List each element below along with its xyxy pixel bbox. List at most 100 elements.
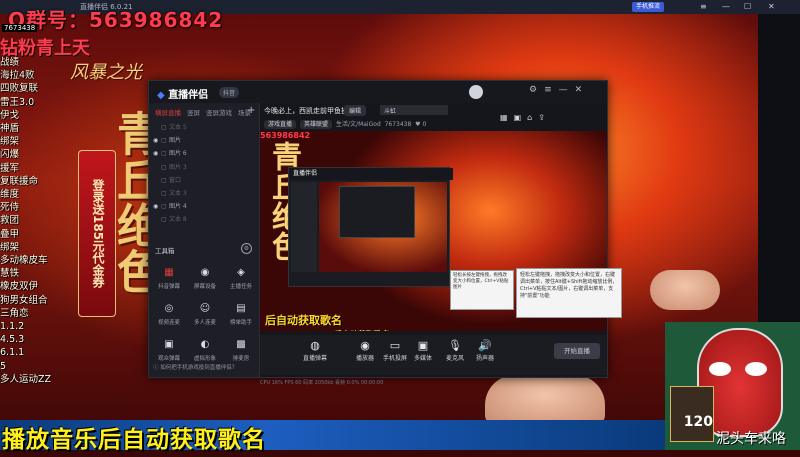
lock-icon[interactable]: ▢ bbox=[161, 200, 169, 213]
tool-icon: ▣ bbox=[164, 339, 174, 350]
visibility-eye-icon[interactable]: ◉ bbox=[153, 147, 161, 160]
lock-icon[interactable]: ▢ bbox=[161, 213, 169, 226]
live-tool-button[interactable]: 🔊 扬声器 bbox=[468, 339, 502, 362]
character-foot-image-2 bbox=[650, 270, 720, 310]
drag-hint-tooltip: 轻松长按左键拖拽，拖拽改变大小和位置，Ctrl+V粘贴图片 bbox=[450, 270, 514, 310]
screenshot-icon[interactable]: ▣ bbox=[514, 113, 528, 122]
tool-label: 虚拟形象 bbox=[193, 356, 216, 362]
tool-icon: ▦ bbox=[164, 267, 174, 278]
song-name-banner: 播放音乐后自动获取歌名 bbox=[2, 427, 266, 453]
toolbox-title: 工具箱 bbox=[155, 247, 175, 255]
sub-category-chip[interactable]: 英雄联盟 bbox=[300, 120, 333, 129]
minimize-icon[interactable]: — bbox=[559, 85, 575, 95]
side-list-item: 雷王3.0 bbox=[0, 96, 35, 108]
room-id-label: 7673438 bbox=[2, 24, 38, 32]
preview-toolbar: ▦▣⌂⇪ bbox=[500, 113, 551, 122]
close-icon[interactable]: ✕ bbox=[575, 85, 590, 95]
hero-card: 120 bbox=[670, 386, 714, 442]
source-item[interactable]: ▢ 文本 8 bbox=[153, 213, 255, 226]
live-tool-icon: 🔊 bbox=[478, 339, 492, 352]
live-tool-label: 多媒体 bbox=[413, 355, 432, 362]
category-chip[interactable]: 游戏直播 bbox=[264, 120, 297, 129]
tool-button[interactable]: ◉ 屏幕设备 bbox=[187, 263, 223, 299]
live-tool-label: 播放器 bbox=[355, 355, 374, 362]
minimize-icon[interactable]: — bbox=[722, 0, 730, 14]
maximize-icon[interactable]: ☐ bbox=[744, 0, 751, 14]
help-tip[interactable]: ⓘ 如何把手机游戏投到直播伴侣？ bbox=[153, 363, 237, 371]
add-scene-icon[interactable]: + bbox=[247, 105, 255, 116]
lock-icon[interactable]: ▢ bbox=[161, 174, 169, 187]
close-icon[interactable]: ✕ bbox=[768, 0, 775, 14]
menu-icon[interactable]: ≡ bbox=[700, 0, 707, 14]
live-tool-icon: ◉ bbox=[360, 339, 370, 352]
tool-label: 主播任务 bbox=[229, 284, 252, 290]
uid-label: 生活/文/MaiGod bbox=[336, 121, 381, 128]
source-item[interactable]: ◉ ▢ 图片 bbox=[153, 134, 255, 147]
lock-icon[interactable]: ▢ bbox=[161, 161, 169, 174]
scene-tabs: 横屏直播 竖屏 竖屏游戏 场景 bbox=[155, 107, 257, 117]
tool-label: 屏幕设备 bbox=[193, 284, 216, 290]
visibility-eye-icon[interactable]: ◉ bbox=[153, 200, 161, 213]
help-tip-text: 如何把手机游戏投到直播伴侣？ bbox=[160, 365, 238, 371]
tool-button[interactable]: ☺ 多人连麦 bbox=[187, 299, 223, 335]
live-tool-button[interactable]: 🎙 麦克风 bbox=[438, 339, 472, 362]
platform-badge[interactable]: 抖音 bbox=[219, 87, 240, 98]
tool-label: 视频连麦 bbox=[157, 320, 180, 326]
scene-tab[interactable]: 横屏直播 bbox=[155, 109, 181, 117]
live-tool-icon: ▣ bbox=[417, 339, 429, 352]
category-search-input[interactable] bbox=[380, 105, 448, 115]
tool-button[interactable]: ▦ 抖音弹幕 bbox=[151, 263, 187, 299]
tool-button[interactable]: ◈ 主播任务 bbox=[223, 263, 259, 299]
share-icon[interactable]: ⇪ bbox=[538, 113, 551, 122]
scene-tab[interactable]: 竖屏 bbox=[187, 109, 200, 117]
side-list-item: 战绩 bbox=[0, 57, 20, 68]
tool-icon: ☺ bbox=[199, 303, 211, 314]
lock-icon[interactable]: ▢ bbox=[161, 187, 169, 200]
likes-count: 0 bbox=[422, 121, 427, 128]
tool-button[interactable]: ▤ 榜单助手 bbox=[223, 299, 259, 335]
visibility-eye-icon[interactable]: ◉ bbox=[153, 134, 161, 147]
settings-icon[interactable]: ⚙ bbox=[529, 85, 544, 95]
source-label: 窗口 bbox=[169, 176, 182, 184]
source-item[interactable]: ▢ 文本 5 bbox=[153, 121, 255, 134]
edit-title-button[interactable]: 编辑 bbox=[344, 105, 367, 116]
menu-icon[interactable]: ≡ bbox=[544, 85, 559, 95]
side-list-item: 1.1.2 bbox=[0, 321, 25, 333]
source-item[interactable]: ▢ 窗口 bbox=[153, 174, 255, 187]
tool-icon: ▩ bbox=[236, 339, 246, 350]
toolbox-grid: ▦ 抖音弹幕 ◉ 屏幕设备 ◈ 主播任务 ◎ 视频连麦 ☺ 多人连麦 ▤ 榜单助手 ▣ 观众弹幕 ◐ 虚拟形象… bbox=[151, 263, 259, 371]
source-label: 文本 5 bbox=[169, 124, 187, 131]
source-label: 图片 4 bbox=[169, 203, 187, 211]
source-item[interactable]: ◉ ▢ 图片 6 bbox=[153, 147, 255, 160]
source-item[interactable]: ▢ 图片 3 bbox=[153, 161, 255, 174]
lock-icon[interactable]: ▢ bbox=[161, 147, 169, 160]
lock-icon[interactable]: ⌂ bbox=[527, 113, 538, 122]
lock-icon[interactable]: ▢ bbox=[161, 134, 169, 147]
source-label: 图片 6 bbox=[169, 150, 187, 158]
scene-tab[interactable]: 竖屏游戏 bbox=[206, 109, 232, 117]
toolbox-settings-icon[interactable]: ⚙ bbox=[241, 243, 252, 254]
live-tool-button[interactable]: ◉ 播放器 bbox=[348, 339, 382, 362]
source-label: 文本 3 bbox=[169, 189, 187, 197]
source-item[interactable]: ▢ 文本 3 bbox=[153, 187, 255, 200]
tool-label: 榜单助手 bbox=[229, 320, 252, 326]
lock-icon[interactable]: ▢ bbox=[161, 121, 169, 134]
tool-label: 排麦房 bbox=[232, 356, 250, 362]
user-avatar[interactable] bbox=[469, 85, 483, 99]
tool-icon: ◎ bbox=[164, 303, 174, 314]
phone-stream-button[interactable]: 手机推流 bbox=[632, 2, 664, 12]
nested-preview-window: 直播伴侣 bbox=[288, 167, 453, 287]
live-control-bar: 开始直播 ◍ 直播弹幕 ◉ 播放器 ▭ 手机投屏 ▣ 多媒体 🎙 麦克风 🔊 扬声器 bbox=[260, 335, 607, 375]
tool-button[interactable]: ◎ 视频连麦 bbox=[151, 299, 187, 335]
start-live-button[interactable]: 开始直播 bbox=[554, 343, 600, 359]
live-tool-label: 麦克风 bbox=[445, 355, 464, 362]
source-item[interactable]: ◉ ▢ 图片 4 bbox=[153, 200, 255, 213]
qq-group-banner: Q群号：563986842 bbox=[8, 8, 224, 32]
layout-icon[interactable]: ▦ bbox=[500, 113, 514, 122]
live-tool-button[interactable]: ◍ 直播弹幕 bbox=[298, 339, 332, 362]
live-tool-button[interactable]: ▣ 多媒体 bbox=[406, 339, 440, 362]
tool-icon: ◈ bbox=[237, 267, 245, 278]
side-list-item: 海拉4败 bbox=[0, 70, 35, 82]
scene-panel: 横屏直播 竖屏 竖屏游戏 场景 + ▢ 文本 5 ◉ ▢ 图片 ◉ ▢ 图片 6 ▢ 图片 3 ▢ 窗口… bbox=[149, 103, 260, 377]
preview-panel: 今晚必上，西凯走前甲鱼操 编辑 游戏直播英雄联盟生活/文/MaiGod 7673… bbox=[260, 103, 607, 386]
